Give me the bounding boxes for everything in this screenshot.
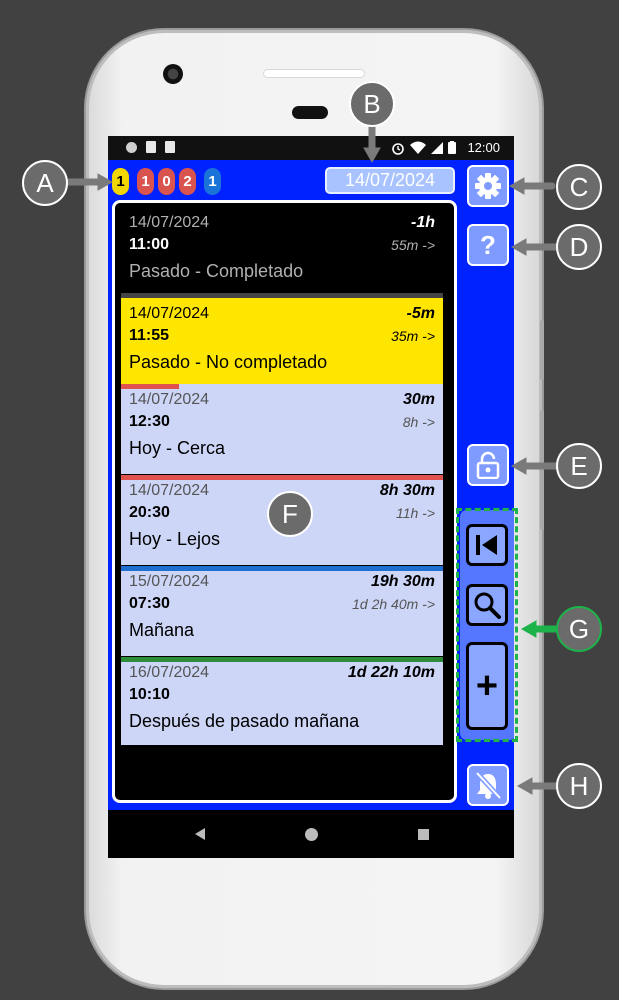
callout-b: B — [349, 81, 395, 127]
callout-c: C — [556, 164, 602, 210]
callout-arrows — [64, 122, 562, 795]
callout-e: E — [556, 443, 602, 489]
callout-f: F — [267, 491, 313, 537]
callout-d: D — [556, 224, 602, 270]
callout-h: H — [556, 763, 602, 809]
callout-g: G — [556, 606, 602, 652]
callout-a: A — [22, 160, 68, 206]
